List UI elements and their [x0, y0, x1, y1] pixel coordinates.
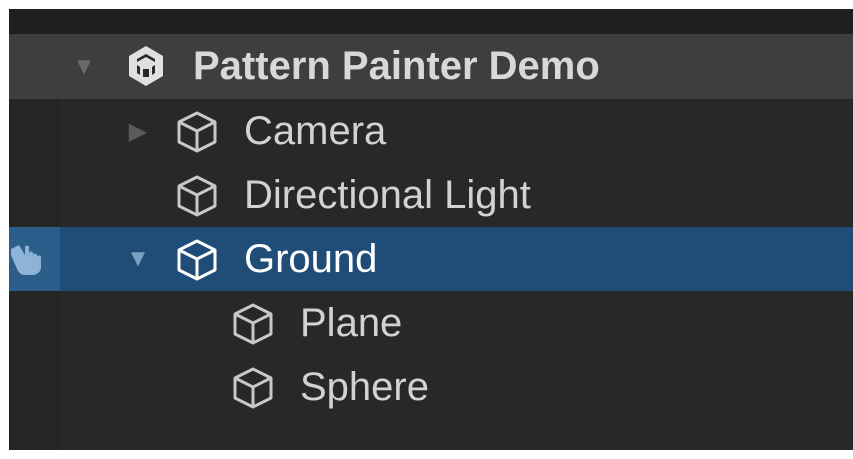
- hand-pointer-icon: [11, 245, 41, 275]
- hierarchy-panel: ▼ Pattern Painter Demo ▶ Camera Directio…: [9, 9, 853, 450]
- hierarchy-item-sphere[interactable]: Sphere: [9, 355, 853, 419]
- hierarchy-header-strip: [9, 9, 853, 34]
- scene-name-label: Pattern Painter Demo: [193, 44, 600, 88]
- hierarchy-item-ground[interactable]: ▼ Ground: [9, 227, 853, 291]
- hierarchy-item-label: Directional Light: [244, 173, 531, 217]
- hierarchy-item-plane[interactable]: Plane: [9, 291, 853, 355]
- hierarchy-item-label: Sphere: [300, 365, 429, 409]
- hierarchy-item-label: Plane: [300, 301, 403, 345]
- cube-gameobject-icon: [177, 175, 217, 217]
- cube-gameobject-icon: [177, 239, 217, 281]
- cube-gameobject-icon: [177, 111, 217, 153]
- cube-gameobject-icon: [233, 367, 273, 409]
- cube-gameobject-icon: [233, 303, 273, 345]
- hierarchy-item-camera[interactable]: ▶ Camera: [9, 99, 853, 163]
- expand-arrow-icon[interactable]: ▼: [69, 34, 99, 99]
- hierarchy-item-directional-light[interactable]: Directional Light: [9, 163, 853, 227]
- unity-scene-icon: [129, 46, 163, 86]
- hierarchy-item-label: Camera: [244, 109, 387, 153]
- collapse-arrow-icon[interactable]: ▼: [123, 227, 153, 291]
- expand-arrow-icon[interactable]: ▶: [123, 99, 153, 163]
- scene-row[interactable]: ▼ Pattern Painter Demo: [9, 34, 853, 99]
- hierarchy-item-label: Ground: [244, 237, 378, 281]
